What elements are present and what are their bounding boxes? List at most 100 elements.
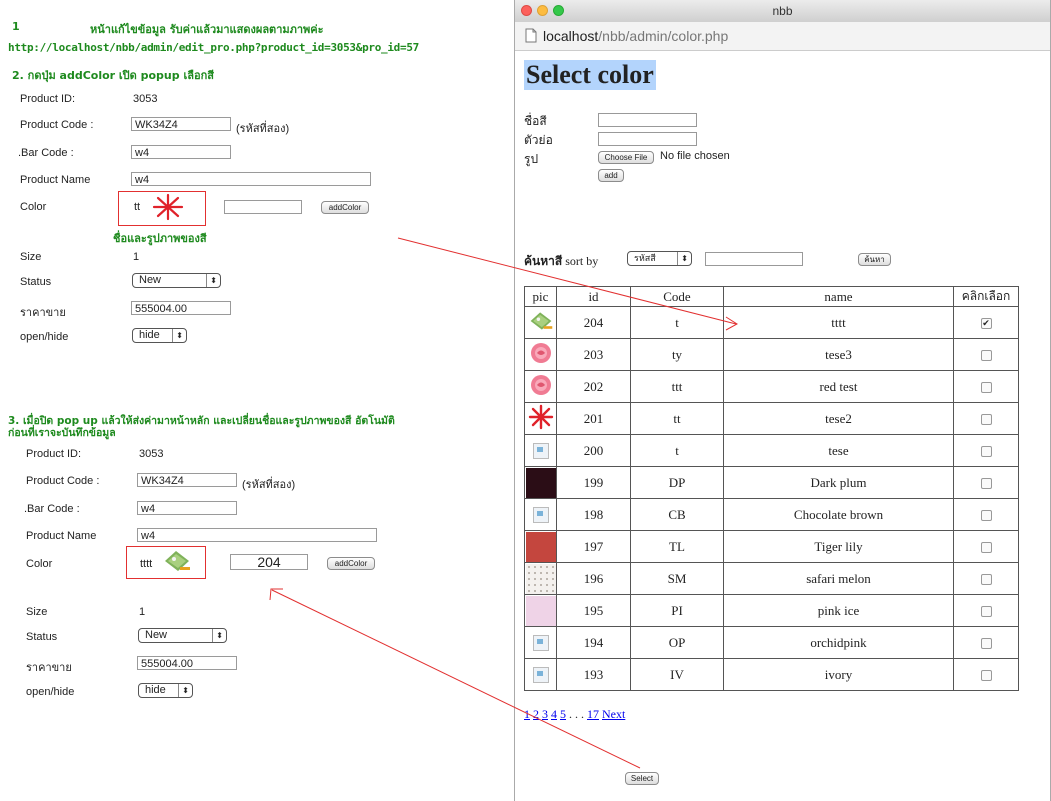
select-checkbox[interactable]	[980, 478, 992, 490]
price-input[interactable]: 555004.00	[137, 656, 237, 670]
col-id: id	[556, 286, 631, 307]
select-checkbox[interactable]	[980, 414, 992, 426]
select-checkbox[interactable]	[980, 446, 992, 458]
bar-code-input[interactable]: w4	[137, 501, 237, 515]
size-label: Size	[20, 251, 42, 263]
color-id-cell: 202	[556, 370, 631, 403]
bar-code-label: .Bar Code :	[24, 503, 80, 515]
product-code-input[interactable]: WK34Z4	[137, 473, 237, 487]
status-select[interactable]: New ⬍	[132, 273, 221, 288]
color-name-cell: tttt	[723, 306, 954, 339]
select-checkbox[interactable]: ✔	[980, 318, 992, 330]
col-name: name	[723, 286, 954, 307]
product-id-value: 3053	[139, 448, 164, 460]
select-checkbox[interactable]	[980, 574, 992, 586]
select-checkbox[interactable]	[980, 542, 992, 554]
color-pic-cell	[524, 530, 557, 563]
color-name: tttt	[140, 558, 153, 570]
color-pic-cell	[524, 434, 557, 467]
color-select-cell	[953, 402, 1019, 435]
col-select: คลิกเลือก	[953, 286, 1019, 307]
color-name: tt	[134, 201, 141, 213]
select-checkbox[interactable]	[980, 350, 992, 362]
color-pic-cell	[524, 306, 557, 339]
page-link-3[interactable]: 3	[542, 707, 548, 721]
status-label: Status	[26, 631, 58, 643]
product-code-input[interactable]: WK34Z4	[131, 117, 231, 131]
search-row: ค้นหาสี sort by	[524, 252, 598, 271]
add-color-button[interactable]: addColor	[327, 557, 375, 570]
product-name-input[interactable]: w4	[137, 528, 377, 542]
bar-code-input[interactable]: w4	[131, 145, 231, 159]
color-select-cell	[953, 434, 1019, 467]
color-label: Color	[26, 558, 53, 570]
color-abbr-input[interactable]	[598, 132, 697, 146]
select-checkbox[interactable]	[980, 606, 992, 618]
select-checkbox[interactable]	[980, 670, 992, 682]
color-id-cell: 196	[556, 562, 631, 595]
product-code-label: Product Code :	[20, 119, 94, 131]
size-value: 1	[133, 251, 140, 263]
table-header-row: pic id Code name คลิกเลือก	[524, 286, 1019, 307]
color-id-cell: 201	[556, 402, 631, 435]
choose-file-button[interactable]: Choose File	[598, 151, 654, 164]
price-label: ราคาขาย	[26, 662, 72, 674]
page-link-1[interactable]: 1	[524, 707, 530, 721]
status-select-value: New	[145, 629, 168, 641]
search-button[interactable]: ค้นหา	[858, 253, 891, 266]
color-id-cell: 194	[556, 626, 631, 659]
color-id-input[interactable]: 204	[230, 554, 308, 570]
step2-text: 2. กดปุ่ม addColor เปิด popup เลือกสี	[12, 69, 214, 82]
price-input[interactable]: 555004.00	[131, 301, 231, 315]
color-id-cell: 199	[556, 466, 631, 499]
color-code-cell: DP	[630, 466, 724, 499]
status-select-value: New	[139, 274, 162, 286]
openhide-select[interactable]: hide ⬍	[138, 683, 193, 698]
openhide-select-value: hide	[139, 329, 160, 341]
size-label: Size	[26, 606, 48, 618]
page-link-4[interactable]: 4	[551, 707, 557, 721]
next-page-link[interactable]: Next	[602, 707, 625, 721]
add-color-submit-button[interactable]: add	[598, 169, 624, 182]
pagination-ellipsis: . . .	[566, 707, 584, 721]
color-id-cell: 200	[556, 434, 631, 467]
color-code-cell: ttt	[630, 370, 724, 403]
color-image-label: รูป	[524, 152, 539, 166]
color-name-label: ชื่อสี	[524, 114, 547, 128]
color-pic-cell	[524, 402, 557, 435]
color-id-cell: 203	[556, 338, 631, 371]
step1-number: 1	[12, 20, 20, 33]
color-id-input[interactable]	[224, 200, 302, 214]
add-color-button[interactable]: addColor	[321, 201, 369, 214]
address-bar[interactable]: localhost/nbb/admin/color.php	[515, 22, 1050, 51]
color-code-cell: CB	[630, 498, 724, 531]
color-code-cell: PI	[630, 594, 724, 627]
color-pic-cell	[524, 562, 557, 595]
product-id-label: Product ID:	[26, 448, 82, 460]
select-checkbox[interactable]	[980, 382, 992, 394]
openhide-select[interactable]: hide ⬍	[132, 328, 187, 343]
color-select-cell	[953, 594, 1019, 627]
color-code-cell: IV	[630, 658, 724, 691]
color-code-cell: SM	[630, 562, 724, 595]
page-link-last[interactable]: 17	[587, 707, 599, 721]
status-select[interactable]: New ⬍	[138, 628, 227, 643]
select-color-button[interactable]: Select	[625, 772, 659, 785]
color-code-cell: ty	[630, 338, 724, 371]
select-checkbox[interactable]	[980, 638, 992, 650]
search-input[interactable]	[705, 252, 803, 266]
pagination: 1 2 3 4 5 . . . 17 Next	[524, 707, 625, 722]
page-link-2[interactable]: 2	[533, 707, 539, 721]
select-checkbox[interactable]	[980, 510, 992, 522]
color-name-input[interactable]	[598, 113, 697, 127]
col-code: Code	[630, 286, 724, 307]
step1-text: หน้าแก้ไขข้อมูล รับค่าแล้วมาแสดงผลตามภาพ…	[90, 23, 324, 36]
product-name-input[interactable]: w4	[131, 172, 371, 186]
openhide-select-value: hide	[145, 684, 166, 696]
page-heading: Select color	[524, 60, 656, 90]
col-pic: pic	[524, 286, 557, 307]
asterisk-icon	[528, 404, 553, 429]
updown-icon: ⬍	[206, 274, 217, 287]
url-host: localhost	[543, 28, 599, 44]
sort-select[interactable]: รหัสสี ⬍	[627, 251, 692, 266]
